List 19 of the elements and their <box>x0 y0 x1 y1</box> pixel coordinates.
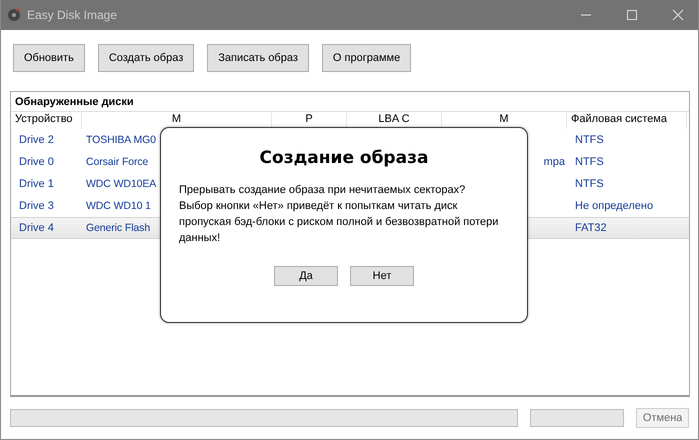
table-cell-text: Drive 2 <box>18 134 55 146</box>
table-cell: WDC WD10EA <box>86 178 156 190</box>
table-cell-text: NTFS <box>574 178 605 190</box>
table-cell-text: Drive 0 <box>18 156 55 168</box>
table-cell-text: NTFS <box>574 134 605 146</box>
panel-title: Обнаруженные диски <box>14 95 135 110</box>
table-cell: Generic Flash <box>86 222 150 234</box>
table-cell: WDC WD10 1 <box>86 200 151 212</box>
dialog-message: Прерывать создание образа при нечитаемых секторах? Выбор кнопки «Нет» приведёт к попыткам читать диск пропуская бэд-блоки с риском полной и безвозвратной потери данных! <box>179 183 500 246</box>
table-cell-text: Drive 1 <box>18 178 55 190</box>
table-cell: TOSHIBA MG0 <box>86 134 156 146</box>
table-cell: Corsair Force <box>86 156 148 168</box>
table-cell-text: Drive 3 <box>18 200 55 212</box>
table-cell-text: Drive 4 <box>18 222 55 234</box>
window-title: Easy Disk Image <box>27 8 118 22</box>
table-cell-text: NTFS <box>574 156 605 168</box>
dialog-title: Создание образа <box>258 148 430 168</box>
table-cell-text: FAT32 <box>574 222 608 234</box>
table-cell: mpa <box>544 156 565 168</box>
